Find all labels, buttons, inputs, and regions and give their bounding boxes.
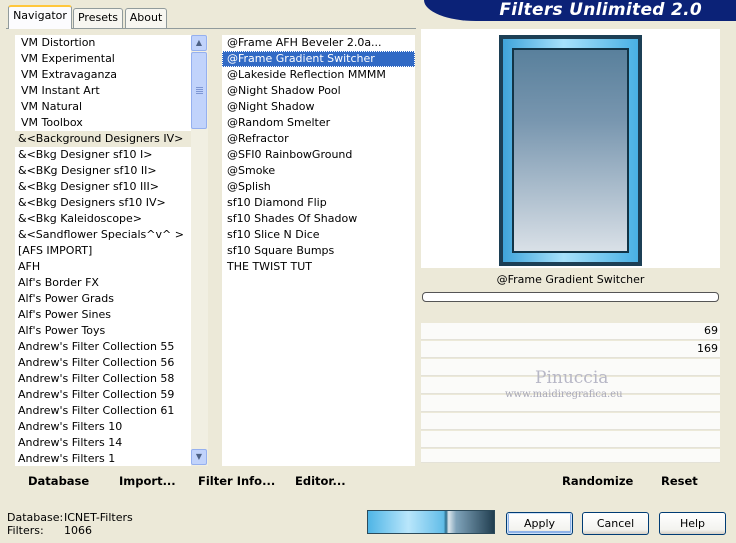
- progress-bar: [422, 292, 719, 302]
- list-item[interactable]: @Splish: [222, 179, 415, 195]
- list-item[interactable]: &<Bkg Designer sf10 III>: [15, 179, 191, 195]
- help-button[interactable]: Help: [659, 512, 726, 535]
- list-item[interactable]: Andrew's Filters 10: [15, 419, 191, 435]
- list-item[interactable]: &<Sandflower Specials^v^ >: [15, 227, 191, 243]
- list-item[interactable]: Alf's Power Grads: [15, 291, 191, 307]
- list-item[interactable]: sf10 Shades Of Shadow: [222, 211, 415, 227]
- list-item[interactable]: sf10 Square Bumps: [222, 243, 415, 259]
- watermark-url: www.maidiregrafica.eu: [505, 389, 623, 400]
- list-item[interactable]: VM Experimental: [15, 51, 191, 67]
- scroll-thumb[interactable]: [191, 52, 207, 129]
- watermark-title: Pinuccia: [535, 368, 609, 388]
- cancel-button[interactable]: Cancel: [582, 512, 649, 535]
- list-item[interactable]: Alf's Power Sines: [15, 307, 191, 323]
- category-list[interactable]: VM Distortion VM Experimental VM Extravaga…: [15, 35, 191, 466]
- list-item[interactable]: VM Natural: [15, 99, 191, 115]
- import-button[interactable]: Import...: [119, 472, 176, 490]
- category-scrollbar[interactable]: ▲ ▼: [191, 35, 208, 466]
- list-item[interactable]: @Frame Gradient Switcher: [222, 51, 415, 67]
- list-item[interactable]: @Night Shadow: [222, 99, 415, 115]
- list-item[interactable]: Andrew's Filter Collection 58: [15, 371, 191, 387]
- randomize-button[interactable]: Randomize: [562, 472, 633, 490]
- list-item[interactable]: Andrew's Filter Collection 55: [15, 339, 191, 355]
- list-item[interactable]: Alf's Power Toys: [15, 323, 191, 339]
- gradient-swatch: [367, 510, 495, 534]
- list-item[interactable]: &<Bkg Designer sf10 I>: [15, 147, 191, 163]
- database-label: Database:: [7, 511, 64, 524]
- filter-info-button[interactable]: Filter Info...: [198, 472, 275, 490]
- list-item[interactable]: VM Distortion: [15, 35, 191, 51]
- list-item[interactable]: &<Bkg Kaleidoscope>: [15, 211, 191, 227]
- database-button[interactable]: Database: [28, 472, 89, 490]
- list-item[interactable]: Andrew's Filters 14: [15, 435, 191, 451]
- param-row[interactable]: 169: [421, 341, 720, 358]
- scroll-down-button[interactable]: ▼: [191, 449, 207, 465]
- list-item[interactable]: @Random Smelter: [222, 115, 415, 131]
- list-item[interactable]: sf10 Diamond Flip: [222, 195, 415, 211]
- list-item[interactable]: Alf's Border FX: [15, 275, 191, 291]
- title-banner: Filters Unlimited 2.0: [424, 0, 736, 21]
- list-item[interactable]: @Lakeside Reflection MMMM: [222, 67, 415, 83]
- list-item[interactable]: [AFS IMPORT]: [15, 243, 191, 259]
- list-item[interactable]: @Night Shadow Pool: [222, 83, 415, 99]
- app-title: Filters Unlimited 2.0: [499, 0, 702, 20]
- filters-value: 1066: [64, 524, 92, 537]
- list-item[interactable]: AFH: [15, 259, 191, 275]
- list-item[interactable]: THE TWIST TUT: [222, 259, 415, 275]
- preview-image: [499, 35, 642, 266]
- list-item[interactable]: @Refractor: [222, 131, 415, 147]
- scroll-up-button[interactable]: ▲: [191, 35, 207, 51]
- list-item[interactable]: VM Extravaganza: [15, 67, 191, 83]
- filter-list[interactable]: @Frame AFH Beveler 2.0a... @Frame Gradien…: [222, 35, 415, 466]
- param-row: [421, 449, 720, 463]
- reset-button[interactable]: Reset: [661, 472, 698, 490]
- list-item[interactable]: sf10 Slice N Dice: [222, 227, 415, 243]
- database-value: ICNET-Filters: [64, 511, 133, 524]
- tab-about[interactable]: About: [125, 8, 167, 28]
- list-item[interactable]: Andrew's Filter Collection 56: [15, 355, 191, 371]
- list-item[interactable]: VM Instant Art: [15, 83, 191, 99]
- param-value: 69: [704, 324, 718, 337]
- list-item[interactable]: &<Bkg Designers sf10 IV>: [15, 195, 191, 211]
- list-item[interactable]: Andrew's Filter Collection 59: [15, 387, 191, 403]
- list-item[interactable]: Andrew's Filter Collection 61: [15, 403, 191, 419]
- tab-presets[interactable]: Presets: [73, 8, 123, 28]
- editor-button[interactable]: Editor...: [295, 472, 346, 490]
- param-row: [421, 413, 720, 430]
- list-item[interactable]: @Frame AFH Beveler 2.0a...: [222, 35, 415, 51]
- list-item[interactable]: Andrew's Filters 1: [15, 451, 191, 466]
- list-item[interactable]: VM Toolbox: [15, 115, 191, 131]
- tab-navigator[interactable]: Navigator: [8, 5, 72, 29]
- chevron-down-icon: ▼: [195, 452, 203, 461]
- chevron-up-icon: ▲: [195, 38, 203, 47]
- list-item[interactable]: &<Background Designers IV>: [15, 131, 191, 147]
- filters-label: Filters:: [7, 524, 44, 537]
- list-item[interactable]: &<BKg Designer sf10 II>: [15, 163, 191, 179]
- list-item[interactable]: @SFI0 RainbowGround: [222, 147, 415, 163]
- preview-filter-name: @Frame Gradient Switcher: [496, 273, 645, 286]
- param-row[interactable]: 69: [421, 323, 720, 340]
- param-row: [421, 431, 720, 448]
- param-value: 169: [697, 342, 718, 355]
- apply-button[interactable]: Apply: [506, 512, 573, 535]
- list-item[interactable]: @Smoke: [222, 163, 415, 179]
